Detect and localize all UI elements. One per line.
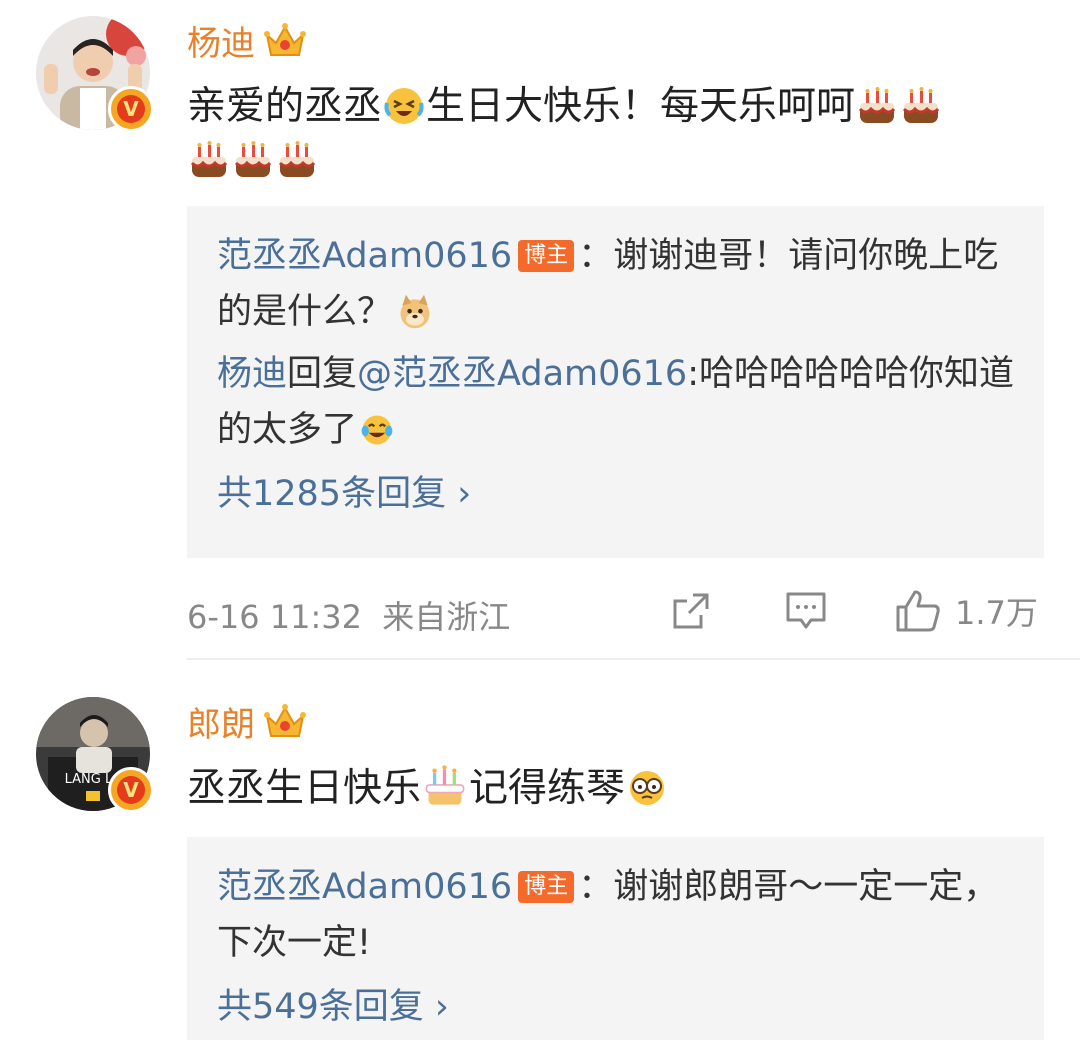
share-button[interactable]	[671, 588, 711, 634]
reply-author-link[interactable]: 范丞丞Adam0616	[217, 867, 512, 907]
verified-v-icon: V	[108, 767, 154, 813]
reply-item: 杨迪回复@范丞丞Adam0616:哈哈哈哈哈哈你知道的太多了	[217, 346, 1014, 458]
laughing-crying-emoji	[384, 88, 424, 124]
more-replies-link[interactable]: 共1285条回复 ›	[217, 466, 1014, 522]
reply-item: 范丞丞Adam0616 博主 ：谢谢郎朗哥～一定一定，下次一定!	[217, 859, 1014, 971]
comment-text-part: 记得练琴	[469, 766, 626, 811]
laughing-crying-emoji	[361, 415, 393, 445]
comment-text: 丞丞生日快乐 记得练琴	[187, 762, 1047, 816]
comment-button[interactable]	[785, 588, 827, 634]
comment-author[interactable]: 郎朗	[187, 697, 307, 746]
comment-text-part: 丞丞生日快乐	[187, 766, 422, 811]
reply-author-link[interactable]: 杨迪	[217, 354, 287, 394]
cake-emoji	[902, 87, 940, 123]
comment-time: 6-16 11:32	[187, 598, 363, 636]
cake-emoji	[858, 87, 896, 123]
comment-author[interactable]: 杨迪	[187, 16, 307, 65]
glasses-face-emoji	[630, 771, 665, 805]
reply-author-link[interactable]: 范丞丞Adam0616	[217, 236, 512, 276]
username-label[interactable]: 郎朗	[187, 697, 255, 746]
more-replies-link[interactable]: 共549条回复 ›	[217, 979, 1014, 1035]
avatar[interactable]: V	[36, 16, 154, 132]
comment-text: 亲爱的丞丞 生日大快乐！每天乐呵呵	[187, 80, 1047, 188]
blogger-badge: 博主	[518, 240, 575, 272]
crown-icon	[264, 22, 306, 56]
verified-v-icon: V	[108, 86, 154, 132]
reply-word: 回复	[287, 354, 358, 394]
doge-emoji	[400, 294, 430, 329]
like-icon	[896, 590, 940, 632]
comment-divider	[187, 658, 1080, 660]
comment-meta: 6-16 11:32 来自浙江	[187, 592, 510, 638]
share-icon	[673, 593, 709, 629]
comment-location: 来自浙江	[382, 598, 511, 636]
comment-footer: 6-16 11:32 来自浙江 1.7万	[187, 582, 1047, 642]
reply-box[interactable]: 范丞丞Adam0616 博主 ：谢谢迪哥！请问你晚上吃的是什么？ 杨迪回复@范丞丞A…	[187, 206, 1044, 558]
comment-text-part: 生日大快乐！每天乐呵呵	[426, 84, 856, 129]
cake-emoji	[234, 141, 272, 177]
username-label[interactable]: 杨迪	[187, 16, 255, 65]
reply-box[interactable]: 范丞丞Adam0616 博主 ：谢谢郎朗哥～一定一定，下次一定! 共549条回复 ›	[187, 837, 1044, 1040]
comment-icon	[786, 592, 826, 629]
mention-link[interactable]: @范丞丞Adam0616	[357, 354, 687, 394]
like-count: 1.7万	[955, 594, 1038, 632]
cake-emoji	[278, 141, 316, 177]
reply-item: 范丞丞Adam0616 博主 ：谢谢迪哥！请问你晚上吃的是什么？	[217, 228, 1014, 340]
avatar[interactable]: LANG LA V	[36, 697, 154, 813]
comment-text-part: 亲爱的丞丞	[187, 84, 383, 129]
cake-emoji	[190, 141, 228, 177]
birthday-cake-emoji	[425, 765, 465, 805]
crown-icon	[264, 703, 306, 737]
blogger-badge: 博主	[518, 871, 575, 903]
like-button[interactable]: 1.7万	[895, 588, 1038, 634]
